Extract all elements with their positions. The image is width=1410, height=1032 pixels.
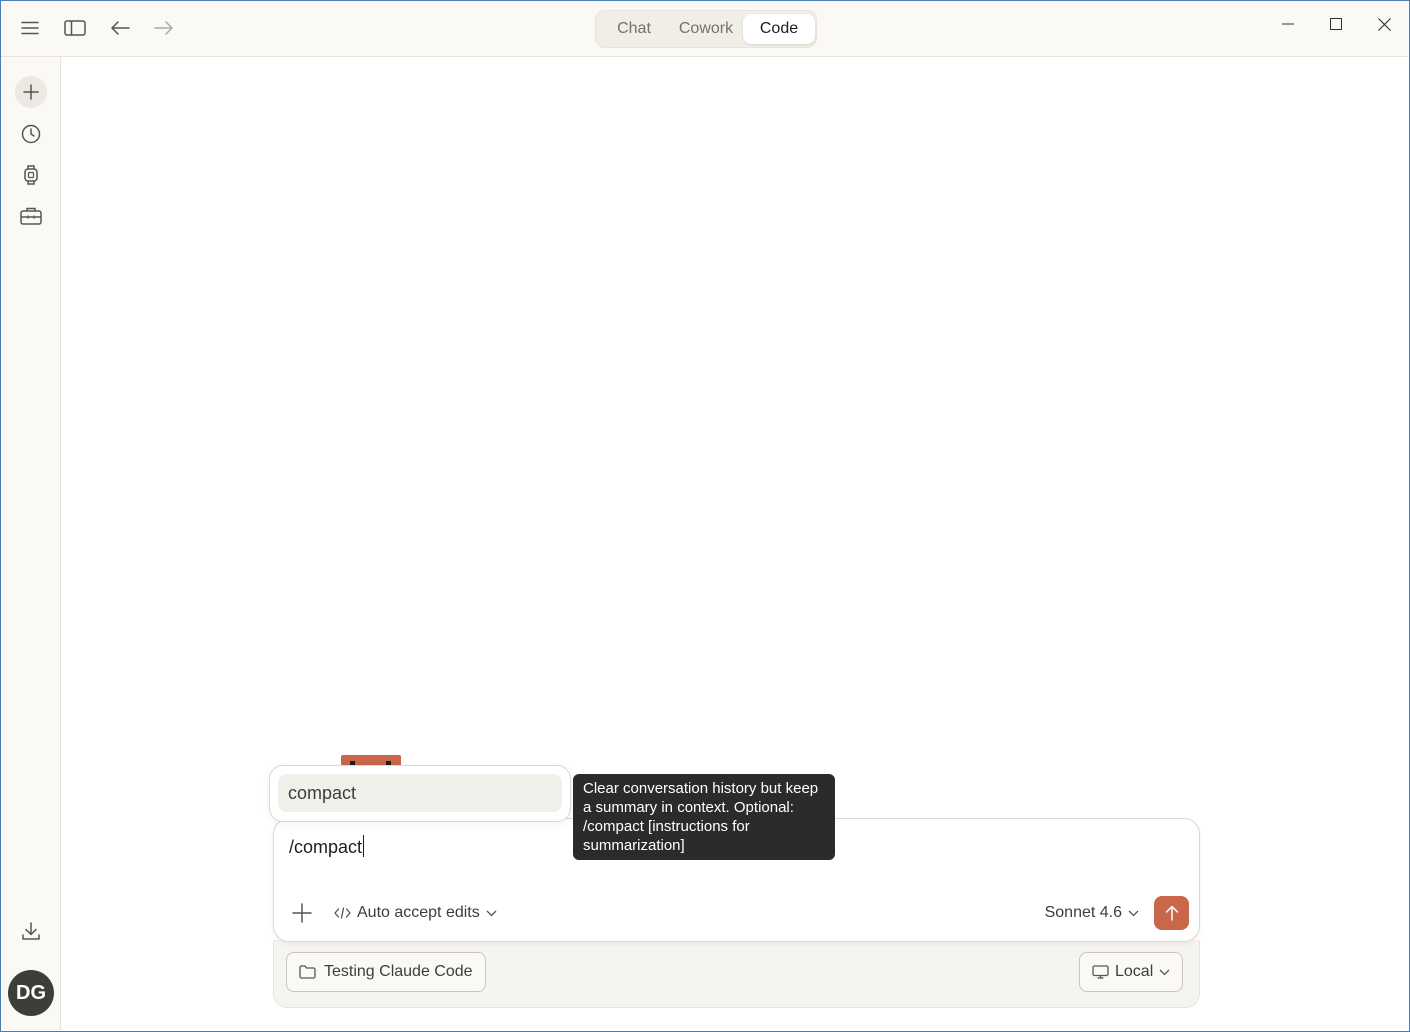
tools-button[interactable] bbox=[15, 200, 47, 232]
sidebar-toggle-icon[interactable] bbox=[60, 13, 90, 43]
attach-button[interactable] bbox=[288, 899, 316, 927]
download-button[interactable] bbox=[15, 915, 47, 947]
permission-mode-select[interactable]: Auto accept edits bbox=[334, 901, 497, 925]
text-caret bbox=[363, 835, 365, 857]
plus-icon bbox=[23, 84, 39, 100]
suggestion-item-compact[interactable]: compact bbox=[278, 774, 562, 812]
tab-code[interactable]: Code bbox=[743, 14, 815, 44]
scheduled-button[interactable] bbox=[15, 159, 47, 191]
chevron-down-icon bbox=[1159, 969, 1170, 976]
chevron-down-icon bbox=[1128, 910, 1139, 917]
maximize-icon[interactable] bbox=[1316, 9, 1356, 39]
folder-button[interactable]: Testing Claude Code bbox=[286, 952, 486, 992]
plus-icon bbox=[292, 903, 312, 923]
new-session-button[interactable] bbox=[15, 76, 47, 108]
send-button[interactable] bbox=[1154, 896, 1189, 930]
close-icon[interactable] bbox=[1364, 9, 1404, 39]
tab-cowork[interactable]: Cowork bbox=[670, 14, 742, 44]
composer-footer: Testing Claude Code Local bbox=[273, 940, 1200, 1008]
download-icon bbox=[21, 921, 41, 941]
environment-label: Local bbox=[1115, 963, 1154, 980]
prompt-input[interactable]: /compact bbox=[289, 835, 365, 858]
history-button[interactable] bbox=[15, 118, 47, 150]
arrow-right-icon[interactable] bbox=[149, 13, 179, 43]
arrow-left-icon[interactable] bbox=[105, 13, 135, 43]
minimize-icon[interactable] bbox=[1268, 9, 1308, 39]
monitor-icon bbox=[1092, 965, 1109, 979]
mode-switcher: Chat Cowork Code bbox=[595, 10, 817, 48]
command-suggestions: compact bbox=[269, 765, 571, 822]
code-icon bbox=[334, 907, 351, 919]
toolbox-icon bbox=[20, 207, 42, 225]
chevron-down-icon bbox=[486, 910, 497, 917]
folder-label: Testing Claude Code bbox=[324, 963, 473, 980]
clock-icon bbox=[21, 124, 41, 144]
folder-icon bbox=[299, 965, 316, 979]
tab-chat[interactable]: Chat bbox=[602, 14, 666, 44]
title-bar: Chat Cowork Code bbox=[1, 1, 1409, 57]
permission-mode-label: Auto accept edits bbox=[357, 904, 480, 921]
avatar[interactable]: DG bbox=[8, 970, 54, 1016]
model-label: Sonnet 4.6 bbox=[1044, 904, 1122, 921]
command-tooltip: Clear conversation history but keep a su… bbox=[573, 774, 835, 860]
hamburger-icon[interactable] bbox=[15, 13, 45, 43]
environment-select[interactable]: Local bbox=[1079, 952, 1184, 992]
prompt-text: /compact bbox=[289, 837, 363, 857]
watch-icon bbox=[23, 164, 39, 186]
arrow-up-icon bbox=[1165, 905, 1179, 921]
sidebar: DG bbox=[1, 57, 61, 1030]
model-select[interactable]: Sonnet 4.6 bbox=[1045, 901, 1139, 925]
